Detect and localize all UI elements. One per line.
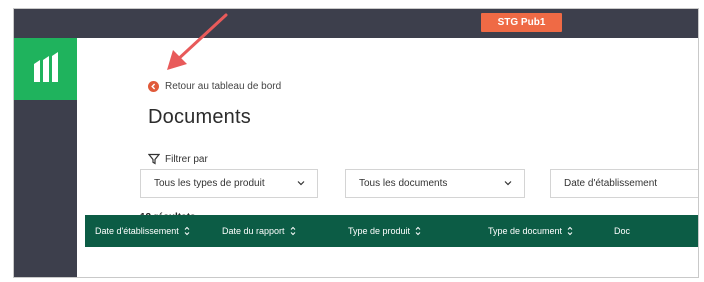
chevron-left-icon xyxy=(148,81,159,92)
app-window: STG Pub1 Retour au tableau de bord Docum… xyxy=(13,8,699,278)
filter-header: Filtrer par xyxy=(148,153,208,165)
page-title: Documents xyxy=(148,106,251,128)
column-header-date-rapport[interactable]: Date du rapport xyxy=(222,215,296,247)
sort-icon xyxy=(415,226,421,236)
chevron-down-icon xyxy=(297,181,305,186)
back-link-label: Retour au tableau de bord xyxy=(165,81,282,92)
column-header-type-produit[interactable]: Type de produit xyxy=(348,215,421,247)
filter-icon xyxy=(148,153,160,165)
environment-badge: STG Pub1 xyxy=(481,13,562,32)
sort-icon xyxy=(567,226,573,236)
filter-label: Filtrer par xyxy=(165,153,208,165)
sort-icon xyxy=(290,226,295,236)
date-select-value: Date d'établissement xyxy=(564,178,658,189)
column-header-label: Type de document xyxy=(488,226,563,236)
column-header-doc[interactable]: Doc xyxy=(614,215,630,247)
column-header-label: Type de produit xyxy=(348,226,411,236)
back-to-dashboard-link[interactable]: Retour au tableau de bord xyxy=(148,81,281,92)
product-type-select[interactable]: Tous les types de produit xyxy=(140,169,318,198)
column-header-date-etablissement[interactable]: Date d'établissement xyxy=(95,215,190,247)
manulife-logo-icon xyxy=(34,52,58,82)
column-header-label: Doc xyxy=(614,226,631,236)
document-type-value: Tous les documents xyxy=(359,178,448,189)
chevron-down-icon xyxy=(504,181,512,186)
table-header: Date d'établissement Date du rapport Typ… xyxy=(85,215,698,247)
annotation-arrow-icon xyxy=(167,13,228,70)
column-header-label: Date d'établissement xyxy=(95,226,179,236)
top-bar: STG Pub1 xyxy=(14,9,698,38)
document-type-select[interactable]: Tous les documents xyxy=(345,169,525,198)
product-type-value: Tous les types de produit xyxy=(154,178,265,189)
column-header-type-document[interactable]: Type de document xyxy=(488,215,573,247)
column-header-label: Date du rapport xyxy=(222,226,285,236)
logo-tile[interactable] xyxy=(14,38,77,100)
sort-icon xyxy=(184,226,190,236)
date-select[interactable]: Date d'établissement xyxy=(550,169,698,198)
